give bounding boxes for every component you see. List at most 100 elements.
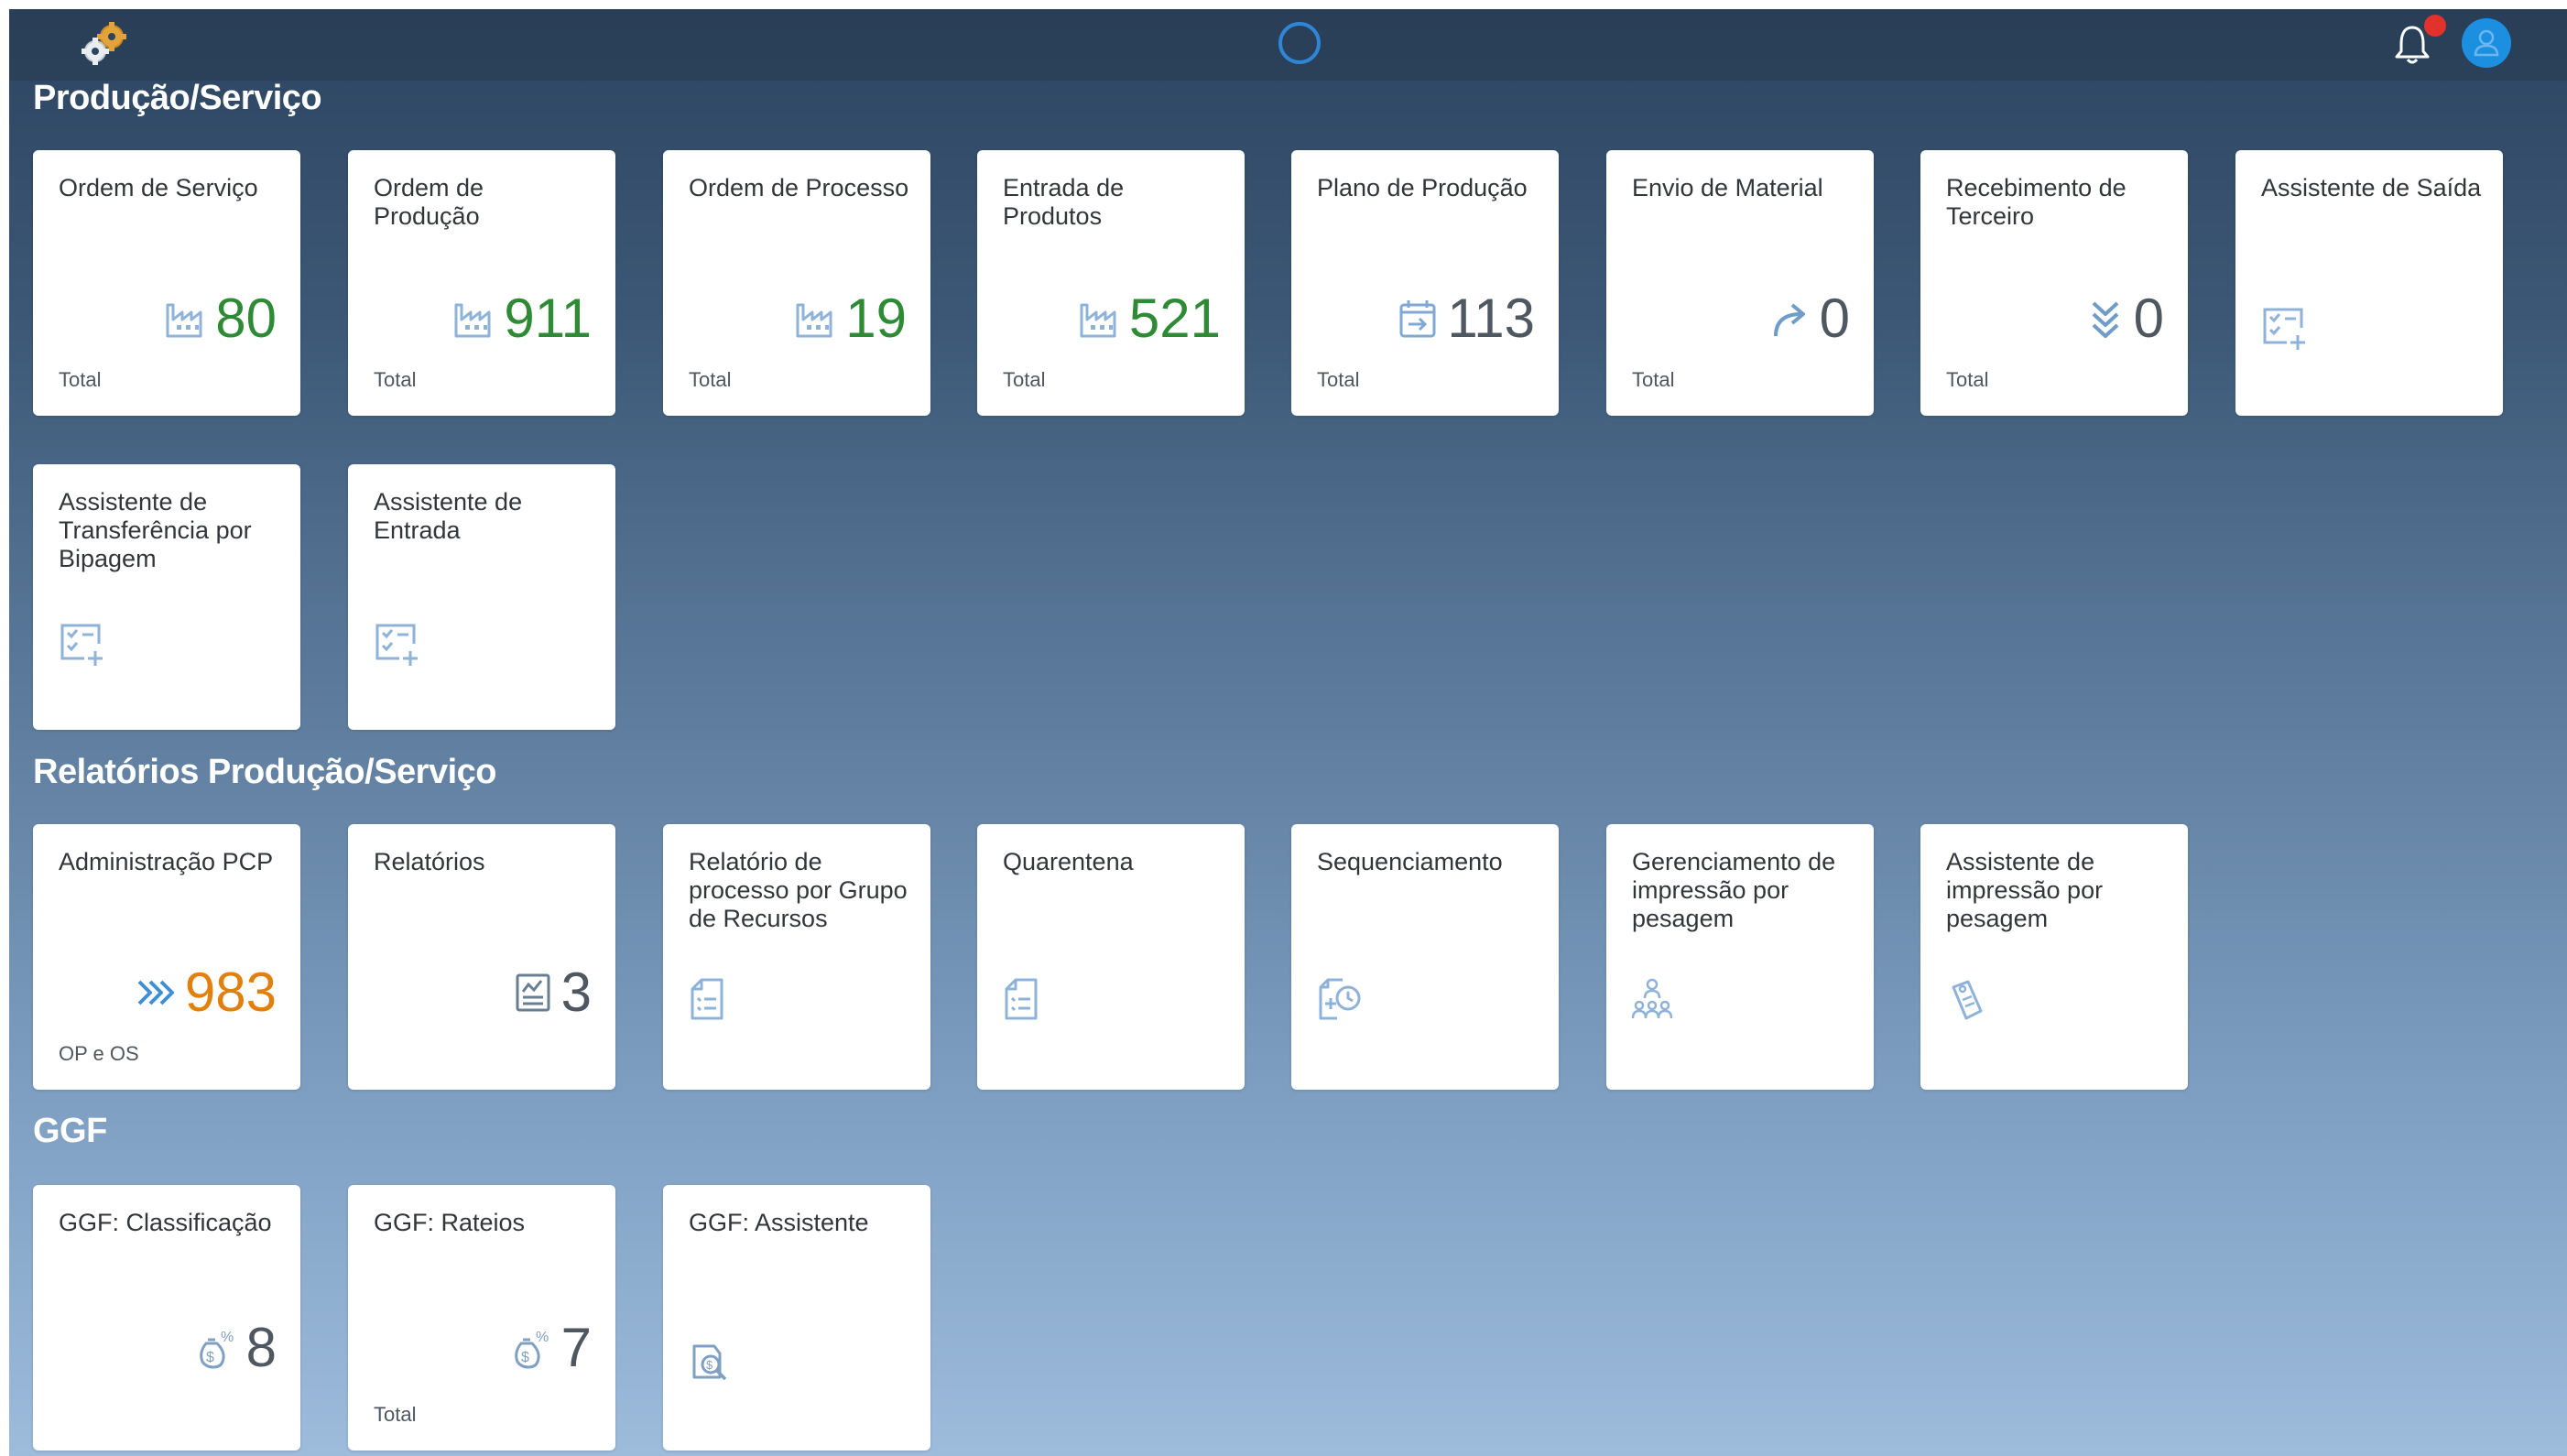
section-title: Produção/Serviço	[33, 79, 322, 117]
triple-chevron-right-icon	[134, 970, 179, 1016]
kpi-value: 983	[184, 962, 277, 1023]
section-title: GGF	[33, 1112, 107, 1150]
tile-kpi: 0	[2083, 286, 2164, 352]
task-add-icon	[2259, 304, 2309, 353]
tile-gerenciamento-impressao[interactable]: Gerenciamento de impressão por pesagem	[1606, 824, 1874, 1090]
tile-ggf-assistente[interactable]: GGF: Assistente $	[663, 1185, 930, 1451]
tile-plano-de-producao[interactable]: Plano de Produção 113 Total	[1291, 150, 1559, 416]
kpi-value: 113	[1447, 288, 1535, 349]
tile-title: Ordem de Processo	[689, 174, 909, 201]
tile-title: Plano de Produção	[1317, 174, 1528, 201]
tile-ggf-classificacao[interactable]: GGF: Classificação $% 8	[33, 1185, 300, 1451]
tile-kpi: 0	[1768, 286, 1850, 352]
tile-relatorio-processo-grupo[interactable]: Relatório de processo por Grupo de Recur…	[663, 824, 930, 1090]
tile-title: Assistente de impressão por pesagem	[1946, 848, 2104, 932]
tile-title: Quarentena	[1003, 848, 1134, 875]
tile-assistente-de-entrada[interactable]: Assistente de Entrada	[348, 464, 615, 730]
tile-title: Administração PCP	[59, 848, 274, 875]
tile-title: Ordem de Serviço	[59, 174, 258, 201]
tile-ggf-rateios[interactable]: GGF: Rateios $% 7 Total	[348, 1185, 615, 1451]
tile-ordem-de-processo[interactable]: Ordem de Processo 19 Total	[663, 150, 930, 416]
tile-entrada-de-produtos[interactable]: Entrada de Produtos 521 Total	[977, 150, 1245, 416]
svg-text:%: %	[536, 1330, 549, 1345]
tile-title: Assistente de Transferência por Bipagem	[59, 488, 252, 572]
tile-title: Gerenciamento de impressão por pesagem	[1632, 848, 1836, 932]
calendar-arrow-icon	[1396, 296, 1441, 342]
tile-kpi: 113	[1396, 286, 1535, 352]
document-clock-icon	[1315, 976, 1365, 1026]
svg-text:%: %	[221, 1330, 234, 1345]
tile-quarentena[interactable]: Quarentena	[977, 824, 1245, 1090]
factory-icon	[452, 296, 498, 342]
kpi-value: 80	[215, 288, 277, 349]
kpi-value: 0	[1819, 288, 1850, 349]
tile-title: GGF: Classificação	[59, 1209, 272, 1236]
tile-title: Assistente de Saída	[2261, 174, 2482, 201]
tile-relatorios[interactable]: Relatórios 3	[348, 824, 615, 1090]
factory-icon	[1078, 296, 1124, 342]
tile-sequenciamento[interactable]: Sequenciamento	[1291, 824, 1559, 1090]
tile-footer: Total	[1632, 368, 1675, 391]
tile-title: GGF: Rateios	[374, 1209, 526, 1236]
tile-kpi: 521	[1078, 286, 1221, 352]
tile-title: Sequenciamento	[1317, 848, 1503, 875]
section-title: Relatórios Produção/Serviço	[33, 753, 497, 791]
kpi-value: 911	[504, 288, 592, 349]
document-list-icon	[687, 976, 736, 1026]
tile-footer: Total	[1003, 368, 1046, 391]
tile-footer: Total	[1946, 368, 1989, 391]
notification-badge	[2424, 15, 2446, 37]
tile-title: Entrada de Produtos	[1003, 174, 1125, 230]
tile-assistente-impressao[interactable]: Assistente de impressão por pesagem	[1920, 824, 2188, 1090]
factory-icon	[794, 296, 840, 342]
money-bag-percent-icon: $%	[195, 1325, 241, 1371]
tile-kpi: $% 8	[195, 1315, 277, 1381]
tile-envio-de-material[interactable]: Envio de Material 0 Total	[1606, 150, 1874, 416]
tile-title: Envio de Material	[1632, 174, 1823, 201]
money-bag-percent-icon: $%	[510, 1325, 556, 1371]
svg-text:$: $	[706, 1358, 713, 1372]
busy-indicator-icon	[1277, 20, 1322, 66]
tile-assistente-de-transferencia[interactable]: Assistente de Transferência por Bipagem	[33, 464, 300, 730]
tile-title: Recebimento de Terceiro	[1946, 174, 2126, 230]
svg-text:$: $	[521, 1350, 529, 1365]
kpi-value: 7	[560, 1317, 592, 1378]
tile-title: Assistente de Entrada	[374, 488, 523, 544]
tile-kpi: $% 7	[510, 1315, 592, 1381]
tile-footer: Total	[1317, 368, 1360, 391]
kpi-value: 3	[560, 962, 592, 1023]
tile-kpi: 983	[134, 960, 277, 1026]
tile-assistente-de-saida[interactable]: Assistente de Saída	[2235, 150, 2503, 416]
kpi-value: 19	[845, 288, 907, 349]
tile-title: Relatório de processo por Grupo de Recur…	[689, 848, 908, 932]
task-add-icon	[372, 620, 421, 669]
double-chevron-down-icon	[2083, 296, 2128, 342]
tile-title: GGF: Assistente	[689, 1209, 869, 1236]
kpi-value: 521	[1128, 288, 1221, 349]
tile-kpi: 911	[452, 286, 592, 352]
launchpad-page: Produção/Serviço Relatórios Produção/Ser…	[0, 0, 2567, 1456]
task-add-icon	[57, 620, 106, 669]
tile-administracao-pcp[interactable]: Administração PCP 983 OP e OS	[33, 824, 300, 1090]
money-search-icon: $	[687, 1337, 736, 1386]
report-chart-icon	[510, 970, 556, 1016]
tile-footer: Total	[689, 368, 732, 391]
tile-kpi: 19	[794, 286, 907, 352]
tile-title: Relatórios	[374, 848, 485, 875]
forward-arrow-icon	[1768, 296, 1814, 342]
tile-ordem-de-producao[interactable]: Ordem de Produção 911 Total	[348, 150, 615, 416]
user-avatar-icon[interactable]	[2462, 18, 2511, 68]
people-group-icon	[1630, 976, 1680, 1026]
tile-title: Ordem de Produção	[374, 174, 484, 230]
tile-footer: OP e OS	[59, 1042, 139, 1065]
factory-icon	[164, 296, 210, 342]
kpi-value: 0	[2133, 288, 2164, 349]
svg-text:$: $	[206, 1350, 214, 1365]
gears-logo-icon[interactable]	[79, 20, 134, 68]
tile-recebimento-de-terceiro[interactable]: Recebimento de Terceiro 0 Total	[1920, 150, 2188, 416]
tile-ordem-de-servico[interactable]: Ordem de Serviço 80 Total	[33, 150, 300, 416]
tile-footer: Total	[59, 368, 102, 391]
document-list-icon	[1001, 976, 1050, 1026]
tile-kpi: 80	[164, 286, 277, 352]
tile-kpi: 3	[510, 960, 592, 1026]
